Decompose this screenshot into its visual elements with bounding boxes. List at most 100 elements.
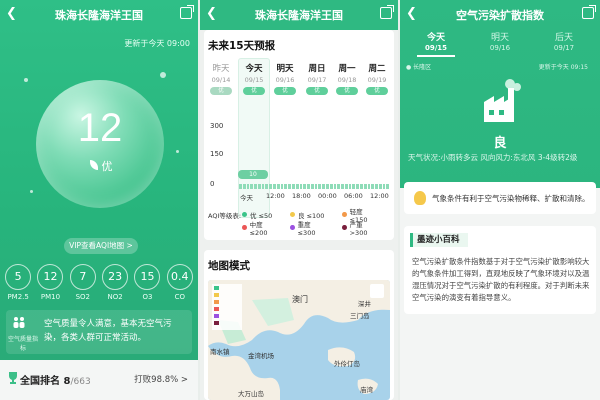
pollutant-label: PM10 [40,293,61,301]
pollutant-label: PM2.5 [7,293,29,301]
forecast-day[interactable]: 今天 09/15 优 [239,62,269,95]
weather-summary: 天气状况:小雨转多云 风向风力:东北风 3-4级转2级 [408,153,578,162]
day-name: 周二 [368,64,386,74]
map-legend-swatch [214,292,219,297]
advice-icon-label: 空气质量指标 [8,336,39,352]
today-aqi-label: 10 [238,170,268,179]
aqi-map[interactable]: 澳门 南水镇 金湾机场 大万山岛 深井 三门岛 外伶仃岛 庙湾 [208,280,390,400]
factory-icon [484,79,521,122]
tab-tomorrow[interactable]: 明天 09/16 [470,30,530,52]
aqi-level: 优 [101,160,113,173]
day-aqi-pill: 优 [210,87,232,95]
pollutant-pm25[interactable]: 5 PM2.5 [5,264,32,301]
tab-today[interactable]: 今天 09/15 [406,30,466,52]
x-axis-label: 今天 [240,194,253,202]
forecast-day[interactable]: 周二 09/19 优 [362,62,392,95]
national-ranking[interactable]: 全国排名 8/663 打败98.8% > [0,360,198,400]
day-name: 周日 [308,64,326,74]
map-legend-swatch [214,320,219,325]
day-aqi-pill: 优 [274,87,296,95]
forecast-day[interactable]: 周日 09/17 优 [302,62,332,95]
day-date: 09/19 [367,76,387,84]
vip-aqi-map-button[interactable]: VIP查看AQI地图 > [64,238,138,254]
forecast-day[interactable]: 周一 09/18 优 [332,62,362,95]
map-legend-swatch [214,285,219,290]
aqi-bubble[interactable]: 12 优 [36,80,164,208]
fullscreen-icon[interactable] [370,284,384,298]
rank-total: /663 [70,377,91,387]
pollutant-no2[interactable]: 23 NO2 [102,264,129,301]
pollutant-value: 23 [102,264,129,290]
update-time: 更新于今天 09:00 [124,39,190,48]
legend-row: 中度 ≤200 重度 ≤300 严重 >300 [208,219,394,237]
map-legend-row [212,312,242,319]
back-icon[interactable]: ❮ [206,7,220,21]
map-legend-row [212,298,242,305]
rank-text: 全国排名 8/663 [20,372,91,387]
forecast-day[interactable]: 昨天 09/14 优 [206,62,236,95]
map-legend-row [212,284,242,291]
x-axis-label: 12:00 [266,192,285,200]
condition-text: 气象条件有利于空气污染物稀释、扩散和清除。 [432,194,590,203]
legend-item: 中度 ≤200 [242,219,280,237]
map-title: 地图模式 [208,260,250,272]
y-axis-label: 0 [210,180,215,188]
map-place-label: 南水镇 [210,348,230,356]
day-date: 09/16 [275,76,295,84]
tab-day-after[interactable]: 后天 09/17 [534,30,594,52]
page-title: 空气污染扩散指数 [456,9,544,22]
diffusion-index-panel: ❮ 空气污染扩散指数 今天 09/15 明天 09/16 后天 09/17 ● … [400,0,600,400]
location-name: 长隆区 [413,64,432,71]
back-icon[interactable]: ❮ [406,7,420,21]
day-aqi-pill: 优 [336,87,358,95]
share-icon[interactable] [380,5,394,19]
bubble-dot [24,78,28,82]
tab-name: 后天 [554,33,573,43]
aqi-value: 12 [77,106,123,150]
pollutant-label: SO2 [75,293,91,301]
back-icon[interactable]: ❮ [6,7,20,21]
x-axis-label: 18:00 [292,192,311,200]
map-place-label: 庙湾 [360,386,373,394]
share-icon[interactable] [180,5,194,19]
pollutant-so2[interactable]: 7 SO2 [69,264,96,301]
map-legend-row [212,305,242,312]
bubble-dot [176,150,179,153]
pollutant-value: 5 [5,264,32,290]
diffusion-level: 良 [493,136,507,151]
y-axis-label: 300 [210,122,224,130]
x-axis-label: 06:00 [344,192,363,200]
tab-date: 09/15 [424,44,448,52]
y-axis-label: 150 [210,150,224,158]
pollutant-label: NO2 [107,293,123,301]
legend-label: 重度 ≤300 [297,220,316,237]
aqi-main-panel: ❮ 珠海长隆海洋王国 更新于今天 09:00 12 优 VIP查看AQI地图 >… [0,0,198,400]
day-date: 09/17 [307,76,327,84]
pollutant-value: 0.4 [166,264,193,290]
forecast-day[interactable]: 明天 09/16 优 [270,62,300,95]
pollutant-pm10[interactable]: 12 PM10 [37,264,64,301]
health-advice: 空气质量指标 空气质量令人满意，基本无空气污染，各类人群可正常活动。 [6,310,192,354]
aqi-legend: AQI等级表: 优 ≤50 良 ≤100 轻度 ≤150 中度 ≤200 重度 … [208,208,394,237]
tab-date: 09/17 [553,44,575,52]
pollutant-value: 7 [69,264,96,290]
location-title: 珠海长隆海洋王国 [255,9,343,22]
map-place-label: 三门岛 [350,312,370,320]
pollutant-o3[interactable]: 15 O3 [134,264,161,301]
x-axis-label: 00:00 [318,192,337,200]
forecast-card: 未来15天预报 昨天 09/14 优 今天 09/15 优 明天 09/16 优 [204,30,394,240]
advice-text: 空气质量令人满意，基本无空气污染，各类人群可正常活动。 [44,319,172,343]
forecast-panel: ❮ 珠海长隆海洋王国 未来15天预报 昨天 09/14 优 今天 09/15 优 [200,0,398,400]
header: ❮ 珠海长隆海洋王国 [200,0,398,30]
pollutant-label: CO [174,293,185,301]
condition-card: 气象条件有利于空气污染物稀释、扩散和清除。 [404,182,596,214]
trophy-icon [9,372,17,384]
bubble-dot [30,190,33,193]
rank-beat: 打败98.8% > [134,375,188,385]
map-place-label: 外伶仃岛 [334,360,360,368]
wiki-body: 空气污染扩散条件指数基于对于空气污染扩散影响较大的气象条件加工得到，直观地反映了… [412,257,590,302]
pollutant-co[interactable]: 0.4 CO [166,264,193,301]
share-icon[interactable] [582,5,596,19]
day-date: 09/14 [211,76,231,84]
day-name: 今天 [245,64,263,74]
